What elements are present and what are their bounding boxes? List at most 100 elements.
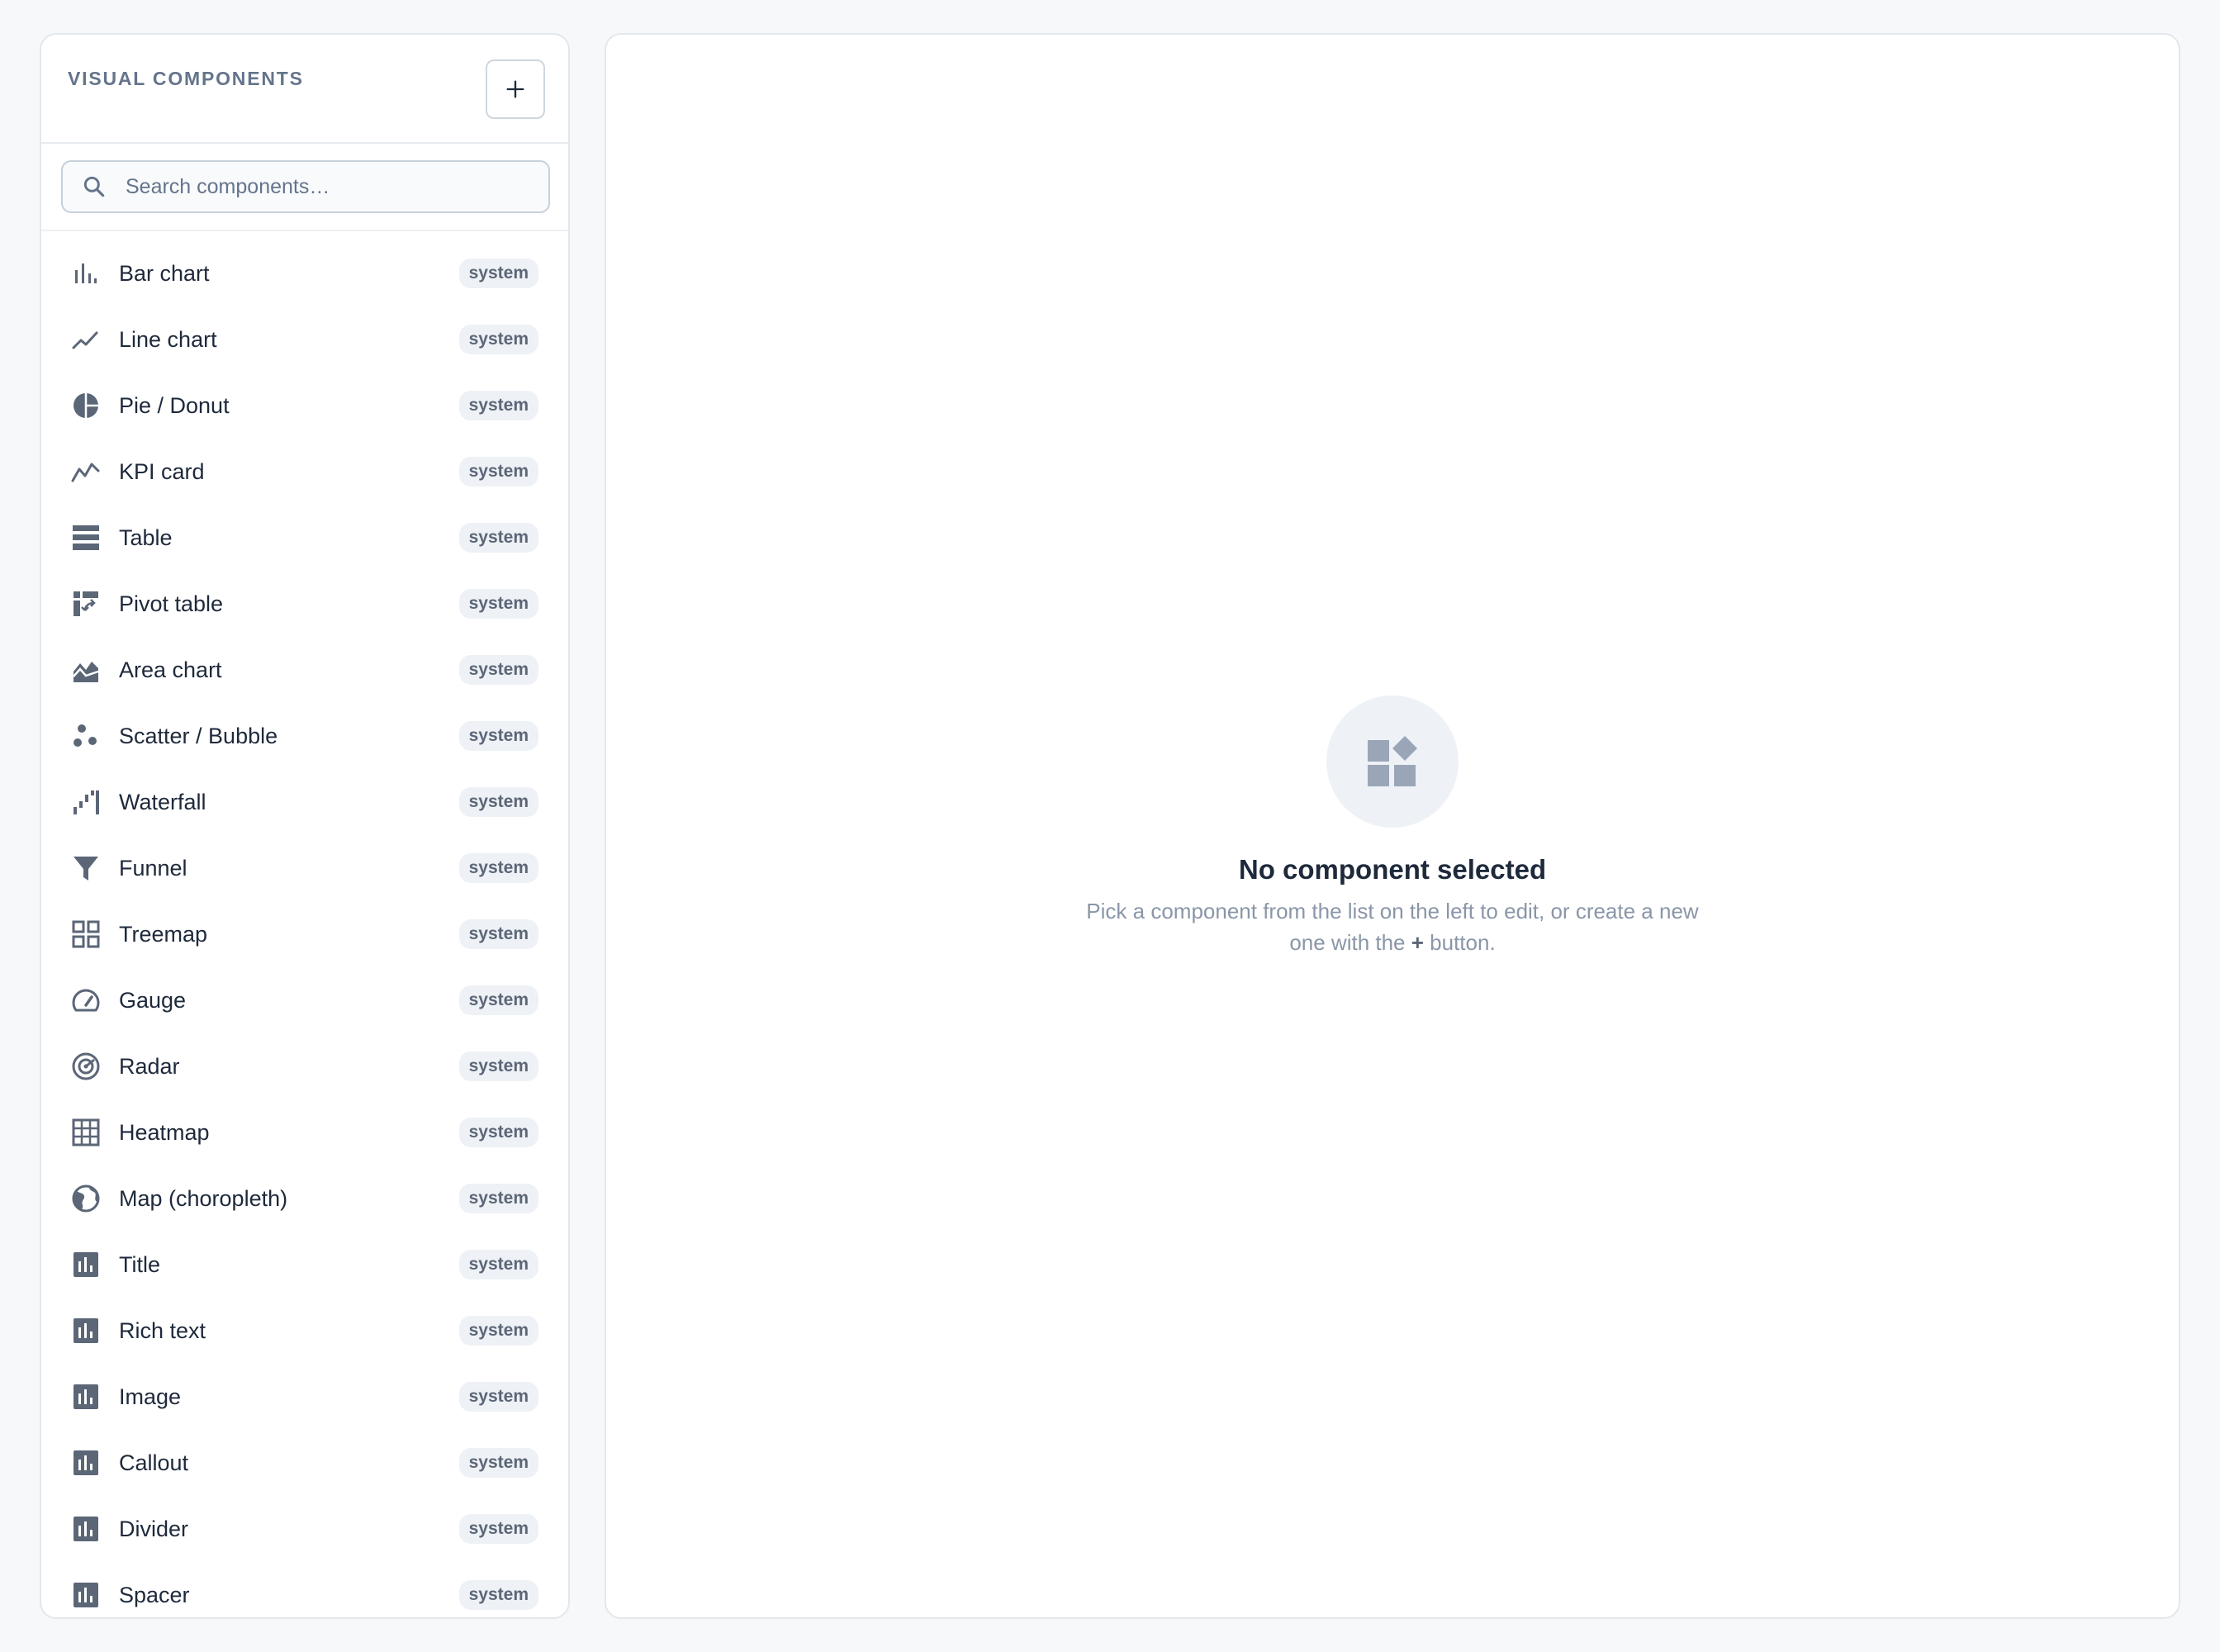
sidebar-item-divider[interactable]: Divider system: [55, 1500, 557, 1558]
system-badge: system: [458, 325, 538, 354]
system-badge: system: [458, 787, 538, 817]
sidebar-item-label: Heatmap: [119, 1119, 210, 1145]
sidebar-item-label: Rich text: [119, 1317, 206, 1343]
system-badge: system: [458, 1448, 538, 1478]
sidebar-header: VISUAL COMPONENTS: [41, 35, 568, 144]
sidebar-item-label: Waterfall: [119, 789, 206, 814]
sidebar-item-label: Bar chart: [119, 260, 210, 286]
table-icon: [71, 523, 101, 553]
chart-box-icon: [71, 1448, 101, 1478]
sidebar-item-image[interactable]: Image system: [55, 1368, 557, 1426]
sidebar-item-label: KPI card: [119, 458, 205, 484]
system-badge: system: [458, 1580, 538, 1610]
chart-box-icon: [71, 1250, 101, 1279]
component-list: Bar chart system Line chart system Pie / Don…: [41, 244, 568, 1617]
heatmap-icon: [71, 1118, 101, 1147]
sidebar-item-label: Spacer: [119, 1582, 190, 1607]
system-badge: system: [458, 259, 538, 288]
system-badge: system: [458, 853, 538, 883]
line-chart-icon: [71, 325, 101, 354]
sidebar-item-title[interactable]: Title system: [55, 1236, 557, 1294]
sidebar-item-radar[interactable]: Radar system: [55, 1037, 557, 1095]
sidebar-item-kpi-card[interactable]: KPI card system: [55, 443, 557, 501]
chart-box-icon: [71, 1580, 101, 1610]
sidebar-item-label: Title: [119, 1251, 161, 1277]
search-input[interactable]: [124, 173, 524, 200]
editor-panel: No component selected Pick a component f…: [605, 33, 2180, 1619]
sidebar-item-waterfall[interactable]: Waterfall system: [55, 773, 557, 831]
sidebar-item-gauge[interactable]: Gauge system: [55, 971, 557, 1029]
chart-box-icon: [71, 1514, 101, 1544]
plus-icon: [506, 80, 524, 98]
system-badge: system: [458, 1382, 538, 1412]
system-badge: system: [458, 655, 538, 685]
area-chart-icon: [71, 655, 101, 685]
search-box[interactable]: [61, 160, 550, 213]
bar-chart-icon: [71, 259, 101, 288]
sidebar-item-pie-donut[interactable]: Pie / Donut system: [55, 377, 557, 434]
system-badge: system: [458, 589, 538, 619]
radar-icon: [71, 1051, 101, 1081]
system-badge: system: [458, 1316, 538, 1346]
sidebar-item-label: Pie / Donut: [119, 392, 230, 418]
sidebar-item-rich-text[interactable]: Rich text system: [55, 1302, 557, 1360]
sidebar-item-label: Divider: [119, 1516, 189, 1541]
system-badge: system: [458, 523, 538, 553]
sidebar-item-label: Treemap: [119, 921, 208, 947]
sidebar-item-pivot-table[interactable]: Pivot table system: [55, 575, 557, 633]
system-badge: system: [458, 1184, 538, 1213]
sidebar-item-label: Callout: [119, 1450, 189, 1475]
system-badge: system: [458, 1118, 538, 1147]
empty-state-title: No component selected: [1238, 854, 1547, 885]
funnel-icon: [71, 853, 101, 883]
system-badge: system: [458, 1514, 538, 1544]
search-icon: [81, 173, 107, 200]
gauge-icon: [71, 985, 101, 1015]
system-badge: system: [458, 457, 538, 487]
sidebar-item-label: Scatter / Bubble: [119, 723, 278, 748]
pie-chart-icon: [71, 391, 101, 420]
sidebar-item-label: Line chart: [119, 326, 217, 352]
grid-icon: [71, 919, 101, 949]
waterfall-icon: [71, 787, 101, 817]
pivot-table-icon: [71, 589, 101, 619]
sidebar-item-label: Table: [119, 525, 173, 550]
sidebar-item-label: Map (choropleth): [119, 1185, 288, 1211]
sidebar-item-label: Gauge: [119, 987, 187, 1013]
system-badge: system: [458, 721, 538, 751]
app: VISUAL COMPONENTS Bar chartsystemLine ch…: [0, 0, 2220, 1652]
sidebar-item-label: Image: [119, 1384, 182, 1409]
components-sidebar: VISUAL COMPONENTS Bar chartsystemLine ch…: [40, 33, 570, 1619]
system-badge: system: [458, 919, 538, 949]
empty-state-description: Pick a component from the list on the le…: [1086, 899, 1699, 955]
system-badge: system: [458, 1250, 538, 1279]
sidebar-item-label: Pivot table: [119, 591, 224, 616]
sidebar-item-scatter-bubble[interactable]: Scatter / Bubble system: [55, 707, 557, 765]
sidebar-item-bar-chart[interactable]: Bar chart system: [55, 244, 557, 302]
sidebar-item-map-choropleth[interactable]: Map (choropleth) system: [55, 1170, 557, 1227]
sidebar-item-label: Funnel: [119, 855, 187, 881]
sidebar-item-label: Radar: [119, 1053, 180, 1079]
chart-box-icon: [71, 1382, 101, 1412]
trend-icon: [71, 457, 101, 487]
sidebar-item-treemap[interactable]: Treemap system: [55, 905, 557, 963]
scatter-icon: [71, 721, 101, 751]
sidebar-item-spacer[interactable]: Spacer system: [55, 1566, 557, 1617]
widgets-icon: [1368, 736, 1417, 786]
empty-state-icon-circle: [1326, 695, 1459, 828]
globe-icon: [71, 1184, 101, 1213]
sidebar-item-label: Area chart: [119, 657, 222, 682]
sidebar-item-callout[interactable]: Callout system: [55, 1434, 557, 1492]
system-badge: system: [458, 391, 538, 420]
sidebar-title: VISUAL COMPONENTS: [68, 68, 304, 89]
add-component-button[interactable]: [486, 59, 545, 119]
sidebar-item-funnel[interactable]: Funnel system: [55, 839, 557, 897]
sidebar-item-area-chart[interactable]: Area chart system: [55, 641, 557, 699]
sidebar-item-heatmap[interactable]: Heatmap system: [55, 1104, 557, 1161]
sidebar-item-line-chart[interactable]: Line chart system: [55, 311, 557, 368]
chart-box-icon: [71, 1316, 101, 1346]
system-badge: system: [458, 1051, 538, 1081]
system-badge: system: [458, 985, 538, 1015]
sidebar-item-table[interactable]: Table system: [55, 509, 557, 567]
search-divider: [41, 230, 568, 231]
